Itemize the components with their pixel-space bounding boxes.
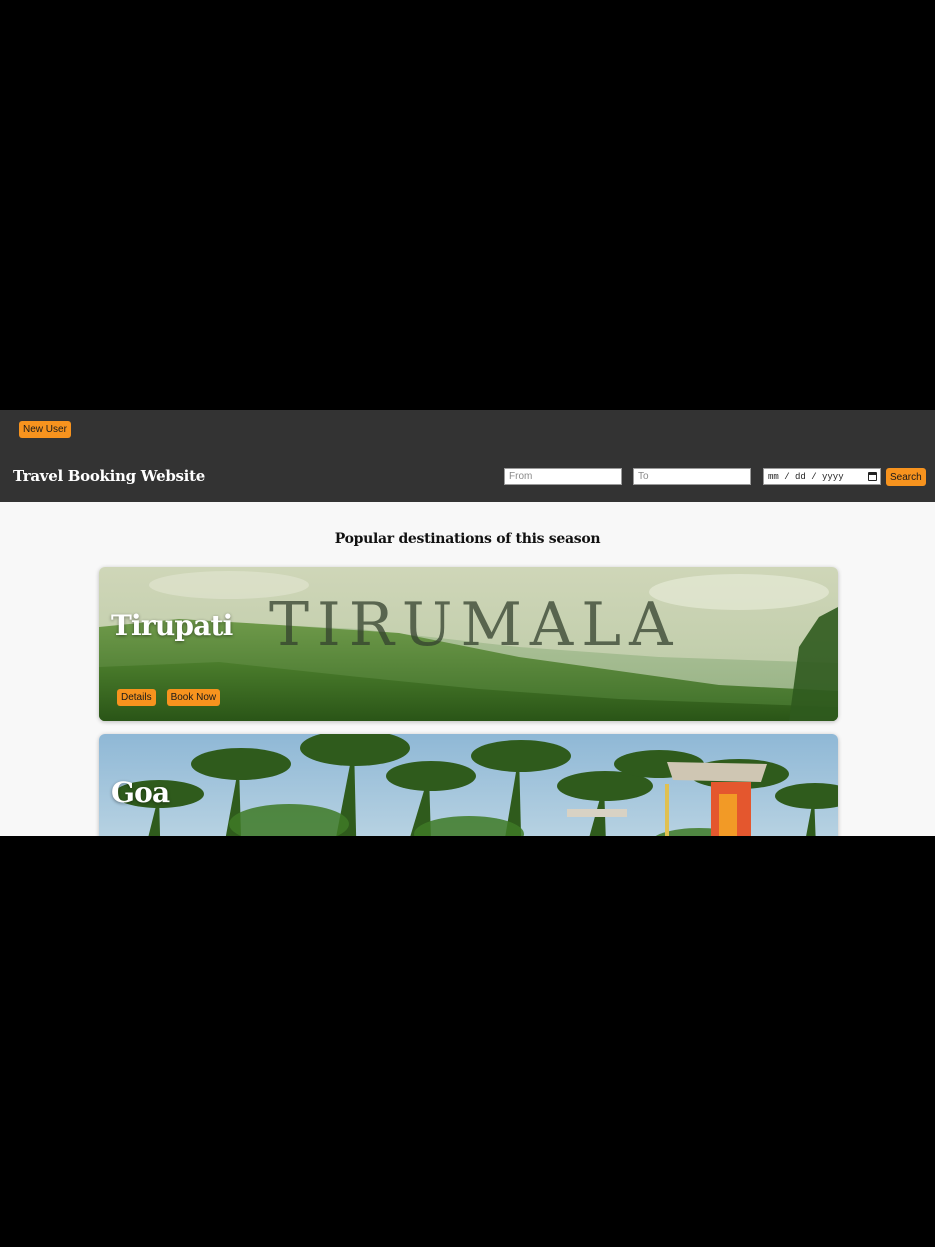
new-user-button[interactable]: New User — [19, 421, 71, 438]
from-input[interactable] — [504, 468, 622, 485]
card-actions: Details Book Now — [117, 689, 221, 706]
site-header: New User Travel Booking Website mm / dd … — [0, 410, 935, 502]
destination-card-tirupati: TIRUMALA Tirupati Details Book Now — [99, 567, 838, 721]
browser-viewport: New User Travel Booking Website mm / dd … — [0, 410, 935, 836]
date-placeholder: mm / dd / yyyy — [768, 471, 844, 482]
search-button[interactable]: Search — [886, 468, 926, 486]
tirumala-image-text: TIRUMALA — [269, 590, 680, 660]
site-title: Travel Booking Website — [13, 467, 205, 485]
section-title: Popular destinations of this season — [334, 531, 601, 547]
to-input[interactable] — [633, 468, 751, 485]
calendar-icon[interactable] — [868, 472, 877, 481]
book-now-button[interactable]: Book Now — [166, 689, 221, 706]
destination-name: Tirupati — [111, 609, 233, 642]
destination-card-goa: Goa — [99, 734, 838, 836]
destination-name: Goa — [111, 776, 170, 809]
details-button[interactable]: Details — [117, 689, 156, 706]
goa-image — [99, 734, 838, 836]
date-input[interactable]: mm / dd / yyyy — [763, 468, 881, 485]
